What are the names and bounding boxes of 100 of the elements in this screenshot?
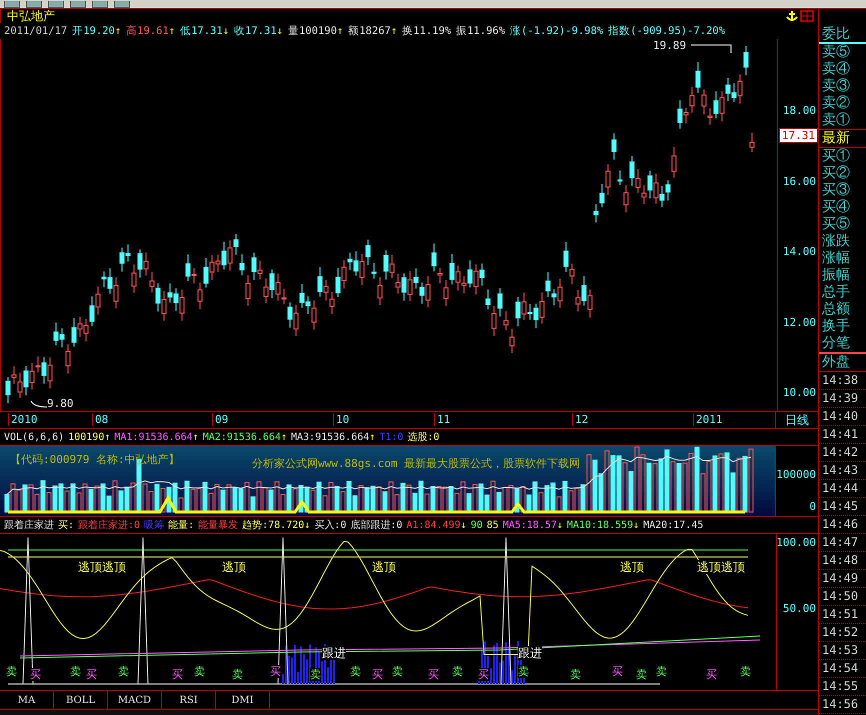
sell-mark: 卖 [6,665,17,678]
indicator-field: 跟着庄家进:0 [78,518,140,532]
quote-field: 量100190↑ [288,24,344,38]
trade-time: 14:42 [819,444,866,462]
date-axis-label: 2010 [8,413,38,426]
indicator-axis-label: 100.00 [776,536,816,549]
trade-time: 14:39 [819,390,866,408]
high-price-label: 19.89 [653,39,686,52]
sell-mark: 卖 [452,665,463,678]
quote-label: 买② [821,165,851,182]
trade-time: 14:49 [819,570,866,588]
sell-mark: 卖 [350,665,361,678]
volume-field: 选股:0 [407,430,440,444]
trade-time: 14:40 [819,408,866,426]
trade-time: 14:48 [819,552,866,570]
quote-label: 卖③ [821,78,851,95]
quote-field: 高19.61↑ [126,24,176,38]
toolbar-icon[interactable] [70,1,86,8]
quote-field: 指数(-909.95)-7.20% [608,24,726,38]
stock-name: 中弘地产 [7,8,55,24]
trade-time: 14:47 [819,534,866,552]
quote-label: 卖④ [821,61,851,78]
period-label[interactable]: 日线 [776,412,818,428]
buy-mark: 买 [86,668,97,681]
quote-field: 涨(-1.92)-9.98% [510,24,604,38]
quote-label: 最新 [819,129,866,148]
sell-mark: 卖 [656,665,667,678]
stock-code-label: 【代码:000979 名称:中弘地产】 [10,452,180,467]
date-axis-label: 12 [572,413,588,426]
trade-time: 14:51 [819,606,866,624]
sell-mark: 卖 [194,665,205,678]
quote-label: 卖① [821,112,851,129]
trade-time: 14:54 [819,660,866,678]
indicator-field: 趋势:78.720↓ [242,518,310,532]
quote-label: 委比 [819,27,866,44]
trade-time: 14:56 [819,696,866,714]
date-axis-label: 08 [92,413,108,426]
quote-field: 额18267↑ [348,24,398,38]
sell-mark: 卖 [232,668,243,681]
indicator-field: 吸筹 [144,518,164,532]
sell-mark: 卖 [636,668,647,681]
buy-mark: 买 [478,668,489,681]
sell-top-signal: 逃顶 [222,560,246,574]
toolbar-icon[interactable] [114,1,130,8]
low-price-label: 9.80 [47,397,74,410]
toolbar-icon[interactable] [4,1,20,8]
sell-top-signal: 逃顶 [372,560,396,574]
quote-field: 振11.96% [456,24,506,38]
indicator-field: MA10:18.559↓ [566,520,640,530]
sell-mark: 卖 [518,665,529,678]
sell-top-signal: 逃顶逃顶 [78,560,126,574]
sell-mark: 卖 [570,668,581,681]
date-axis-label: 10 [333,413,350,426]
quote-label: 分笔 [821,335,851,352]
quote-field: 低17.31↓ [180,24,230,38]
toolbar-icon[interactable] [26,1,42,8]
quote-field: 换11.19% [402,24,452,38]
price-axis-label: 10.00 [782,386,816,399]
sell-mark: 卖 [740,665,751,678]
follow-signal: 跟进 [518,646,542,660]
quote-field: 开19.20↑ [72,24,122,38]
volume-field: MA1:91536.664↑ [114,432,199,442]
date-axis-label: 2011 [693,413,722,426]
quote-label: 总额 [821,301,851,318]
toolbar-icon[interactable] [48,1,64,8]
buy-mark: 买 [30,668,41,681]
indicator-field: A1:84.499↓ [406,520,467,530]
sell-top-signal: 逃顶逃顶 [697,560,745,574]
volume-field: MA3:91536.664↑ [291,432,376,442]
quote-label: 买⑤ [821,216,851,233]
leader-line [30,400,48,408]
date-axis-label: 09 [212,413,228,426]
toolbar-icon[interactable] [92,1,108,8]
indicator-field: 跟着庄家进 [4,518,54,532]
quote-label: 卖⑤ [821,44,851,61]
indicator-field: 底部跟进:0 [350,518,402,532]
buy-mark: 买 [612,665,623,678]
volume-field: T1:0 [379,432,404,442]
quote-label: 涨跌 [821,233,851,250]
quote-label: 买① [821,148,851,165]
trade-time: 14:50 [819,588,866,606]
price-axis-label: 12.00 [782,316,816,328]
window-icon[interactable] [800,10,814,22]
sell-mark: 卖 [70,665,81,678]
trade-time: 14:45 [819,498,866,516]
indicator-field: 买: [58,518,74,532]
buy-mark: 买 [428,668,439,681]
sell-top-signal: 逃顶 [620,560,644,574]
trade-time: 14:44 [819,480,866,498]
follow-signal: 跟进 [322,646,346,660]
anchor-icon[interactable] [786,10,798,22]
quote-label: 换手 [821,318,851,335]
trade-time: 14:53 [819,642,866,660]
sell-mark: 卖 [392,665,403,678]
indicator-field: 能量: [168,518,194,532]
formula-banner-text: 分析家公式网www.88gs.com 最新最大股票公式，股票软件下载网 [252,456,580,471]
indicator-field: MA20:17.45 [643,520,704,530]
indicator-field: 买入:0 [314,518,346,532]
sell-mark: 卖 [118,665,129,678]
quote-label: 总手 [821,284,851,301]
